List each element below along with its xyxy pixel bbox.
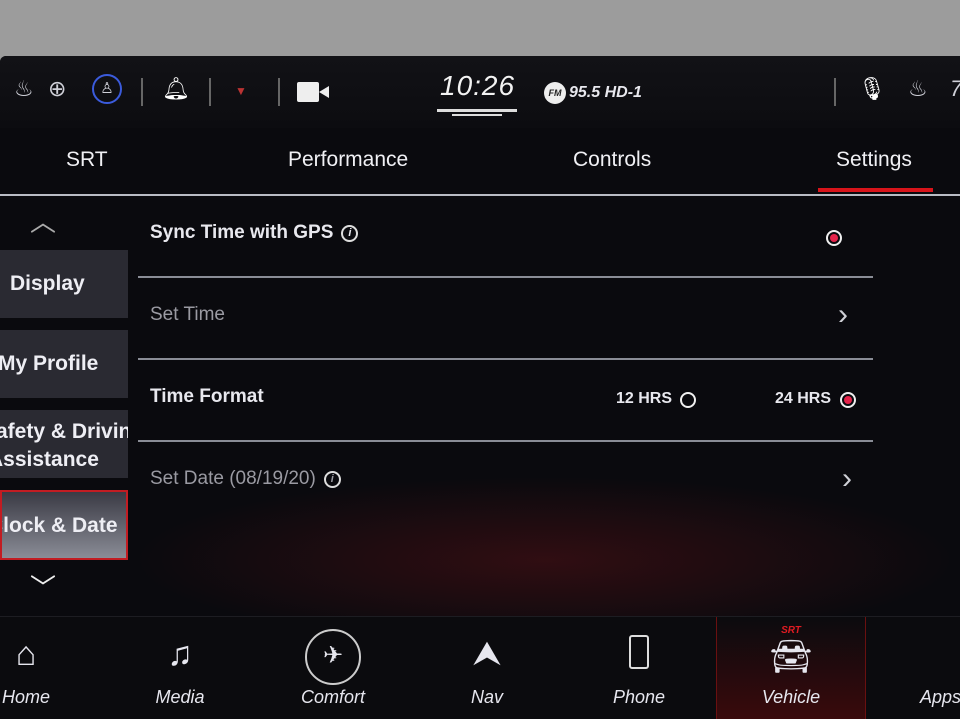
active-tab-indicator	[818, 188, 933, 192]
setting-label: Time Format	[150, 386, 264, 407]
wifi-icon: ▼	[235, 84, 247, 98]
nav-apps[interactable]: ▦ Apps	[872, 617, 960, 719]
option-12hrs-label: 12 HRS	[616, 390, 673, 407]
nav-label: Comfort	[300, 687, 365, 707]
nav-phone[interactable]: Phone	[569, 617, 709, 719]
setting-time-format: Time Format 12 HRS 24 HRS	[138, 360, 873, 442]
chevron-right-icon: ›	[838, 298, 848, 331]
camera-icon[interactable]	[297, 82, 319, 102]
srt-badge: SRT	[781, 625, 801, 636]
music-note-icon: ♫	[167, 635, 193, 673]
apps-grid-icon: ▦	[922, 631, 960, 677]
nav-label: Apps	[920, 687, 960, 707]
phone-icon	[629, 635, 649, 669]
sidebar-item-label: Safety & Driving	[0, 420, 128, 443]
tab-srt[interactable]: SRT	[66, 148, 108, 172]
nav-media[interactable]: ♫ Media	[110, 617, 250, 719]
setting-label: Sync Time with GPS i	[150, 222, 359, 244]
scroll-up-icon[interactable]: ︿	[30, 202, 56, 239]
chevron-right-icon: ›	[842, 462, 852, 495]
clock-underline	[437, 109, 517, 112]
microphone-icon[interactable]: 🎙︎	[858, 76, 886, 102]
tab-performance[interactable]: Performance	[288, 148, 408, 172]
scroll-down-icon[interactable]: ﹀	[30, 568, 56, 605]
nav-label: Nav	[470, 687, 503, 707]
nav-label: Home	[1, 687, 50, 707]
info-icon[interactable]: i	[323, 471, 341, 488]
sidebar-item-label: My Profile	[0, 352, 99, 375]
setting-label: Set Date (08/19/20) i	[150, 468, 341, 490]
sidebar-item-clock-date[interactable]: Clock & Date	[0, 490, 128, 560]
camera-lens-shape	[319, 86, 329, 98]
home-icon: ⌂	[15, 635, 37, 673]
tab-bar: SRT Performance Controls Settings	[0, 128, 960, 196]
setting-set-time[interactable]: Set Time ›	[138, 278, 873, 360]
sidebar-item-my-profile[interactable]: My Profile	[0, 330, 128, 398]
driver-profile-icon[interactable]: ♙	[92, 74, 122, 104]
car-icon: 🚘︎	[769, 638, 813, 676]
fm-icon: FM	[544, 82, 566, 104]
sidebar-item-display[interactable]: Display	[0, 250, 128, 318]
tab-controls[interactable]: Controls	[573, 148, 651, 172]
infotainment-screen: ♨ ⊕ ♙ 🔔︎ ▼ 10:26 FM 95.5 HD-1 🎙︎ ♨ 7 SRT…	[0, 56, 960, 719]
settings-sidebar: ︿ Display My Profile Safety & Driving As…	[0, 198, 130, 618]
nav-label: Vehicle	[761, 687, 821, 707]
setting-label: Set Time	[150, 304, 225, 325]
nav-label: Media	[155, 687, 205, 707]
seat-comfort-icon: ✈︎	[305, 629, 361, 685]
sidebar-item-label: Clock & Date	[0, 514, 118, 537]
nav-label: Phone	[612, 687, 666, 707]
setting-set-date[interactable]: Set Date (08/19/20) i ›	[138, 442, 873, 524]
clock[interactable]: 10:26	[440, 70, 515, 102]
nav-vehicle[interactable]: SRT 🚘︎ Vehicle	[716, 617, 866, 719]
divider	[834, 78, 836, 106]
heated-seat-icon[interactable]: ♨	[14, 76, 34, 102]
radio-status[interactable]: FM 95.5 HD-1	[544, 82, 642, 104]
bottom-nav: ⌂ Home ♫ Media ✈︎ Comfort ⮝ Nav Phone SRT 🚘︎ V…	[0, 616, 960, 719]
nav-nav[interactable]: ⮝ Nav	[417, 617, 557, 719]
nav-comfort[interactable]: ✈︎ Comfort	[263, 617, 403, 719]
radio-station: 95.5 HD-1	[569, 84, 642, 101]
sidebar-item-label: Display	[10, 272, 85, 295]
setting-label-text: Sync Time with GPS	[150, 222, 334, 243]
divider	[278, 78, 280, 106]
tab-settings[interactable]: Settings	[836, 148, 912, 172]
sidebar-item-safety[interactable]: Safety & Driving Assistance	[0, 410, 128, 478]
sync-gps-radio[interactable]	[826, 230, 842, 246]
setting-label-text: Set Date (08/19/20)	[150, 468, 316, 489]
status-bar: ♨ ⊕ ♙ 🔔︎ ▼ 10:26 FM 95.5 HD-1 🎙︎ ♨ 7	[0, 56, 960, 128]
option-24hrs-radio[interactable]	[840, 392, 856, 408]
bell-icon[interactable]: 🔔︎	[162, 76, 190, 102]
option-12hrs-radio[interactable]	[680, 392, 696, 408]
divider	[141, 78, 143, 106]
heated-seat-right-icon[interactable]: ♨	[908, 76, 928, 102]
partial-text: 7	[950, 76, 960, 102]
option-24hrs-label: 24 HRS	[775, 390, 832, 407]
heated-wheel-icon[interactable]: ⊕	[48, 76, 66, 102]
setting-sync-time-gps[interactable]: Sync Time with GPS i	[138, 196, 873, 278]
clock-underline	[452, 114, 502, 116]
navigation-arrow-icon: ⮝	[472, 635, 502, 673]
info-icon[interactable]: i	[341, 225, 359, 242]
sidebar-item-label: Assistance	[0, 448, 99, 471]
divider	[209, 78, 211, 106]
nav-home[interactable]: ⌂ Home	[0, 617, 96, 719]
